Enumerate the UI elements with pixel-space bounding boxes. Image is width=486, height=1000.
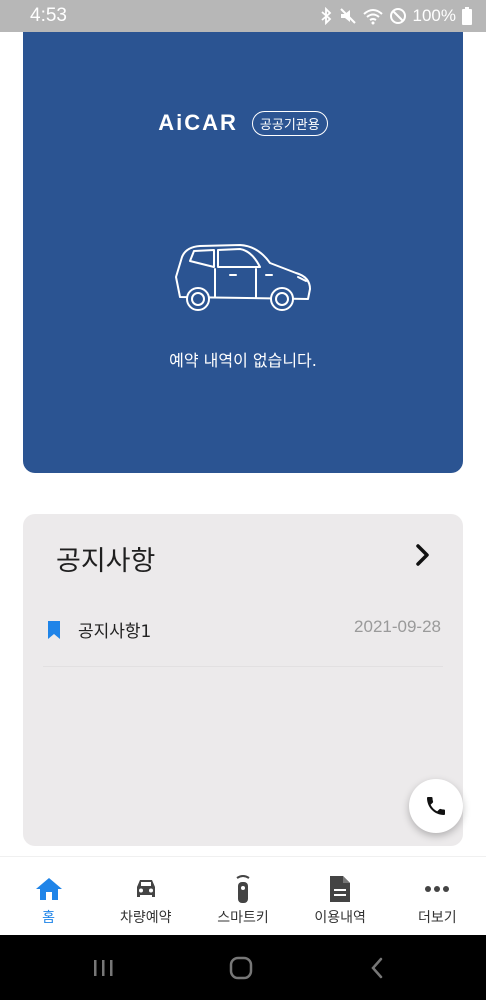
status-bar: 4:53 100% <box>0 0 486 32</box>
wifi-icon <box>362 7 383 25</box>
nav-usage-history[interactable]: 이용내역 <box>292 857 389 935</box>
battery-level: 100% <box>412 6 456 25</box>
bluetooth-icon <box>319 7 333 25</box>
org-badge: 공공기관용 <box>251 110 328 136</box>
call-button[interactable] <box>409 779 463 833</box>
car-icon <box>132 875 160 903</box>
smart-key-icon <box>229 875 257 903</box>
home-icon <box>35 875 63 903</box>
brand-header: AiCAR 공공기관용 <box>23 110 463 136</box>
nav-car-reservation-label: 차량예약 <box>120 910 172 926</box>
notice-item-date: 2021-09-28 <box>354 617 441 636</box>
nav-smart-key[interactable]: 스마트키 <box>194 857 291 935</box>
nav-usage-history-label: 이용내역 <box>314 910 366 926</box>
status-icons: 100% <box>319 6 472 26</box>
nav-more-label: 더보기 <box>418 910 457 926</box>
nav-smart-key-label: 스마트키 <box>217 910 269 926</box>
empty-reservation-message: 예약 내역이 없습니다. <box>169 351 317 370</box>
notice-list-item[interactable]: 공지사항1 2021-09-28 <box>43 609 443 667</box>
phone-icon <box>427 797 445 815</box>
bottom-navigation: 홈 차량예약 스마트키 이용내역 더보기 <box>0 856 486 935</box>
bookmark-icon <box>48 621 60 639</box>
nav-home[interactable]: 홈 <box>0 857 97 935</box>
back-icon[interactable] <box>362 955 392 981</box>
more-icon <box>424 875 450 903</box>
battery-icon <box>462 7 472 25</box>
aicar-logo: AiCAR <box>158 110 238 135</box>
document-icon <box>329 875 351 903</box>
nav-more[interactable]: 더보기 <box>389 857 486 935</box>
home-icon[interactable] <box>226 955 256 981</box>
chevron-right-icon <box>416 544 429 566</box>
nav-home-label: 홈 <box>42 910 56 926</box>
mute-icon <box>339 7 357 25</box>
notice-more-button[interactable] <box>409 541 437 569</box>
nav-car-reservation[interactable]: 차량예약 <box>97 857 194 935</box>
dnd-icon <box>389 7 407 25</box>
notice-title: 공지사항 <box>56 546 156 577</box>
notice-card: 공지사항 공지사항1 2021-09-28 <box>23 514 463 846</box>
car-icon <box>175 244 311 311</box>
recent-apps-icon[interactable] <box>88 955 118 981</box>
system-navigation-bar <box>0 935 486 1000</box>
reservation-card: AiCAR 공공기관용 예약 내역이 없습니다. <box>23 32 463 473</box>
notice-item-title: 공지사항1 <box>78 622 152 642</box>
status-time: 4:53 <box>30 5 67 26</box>
